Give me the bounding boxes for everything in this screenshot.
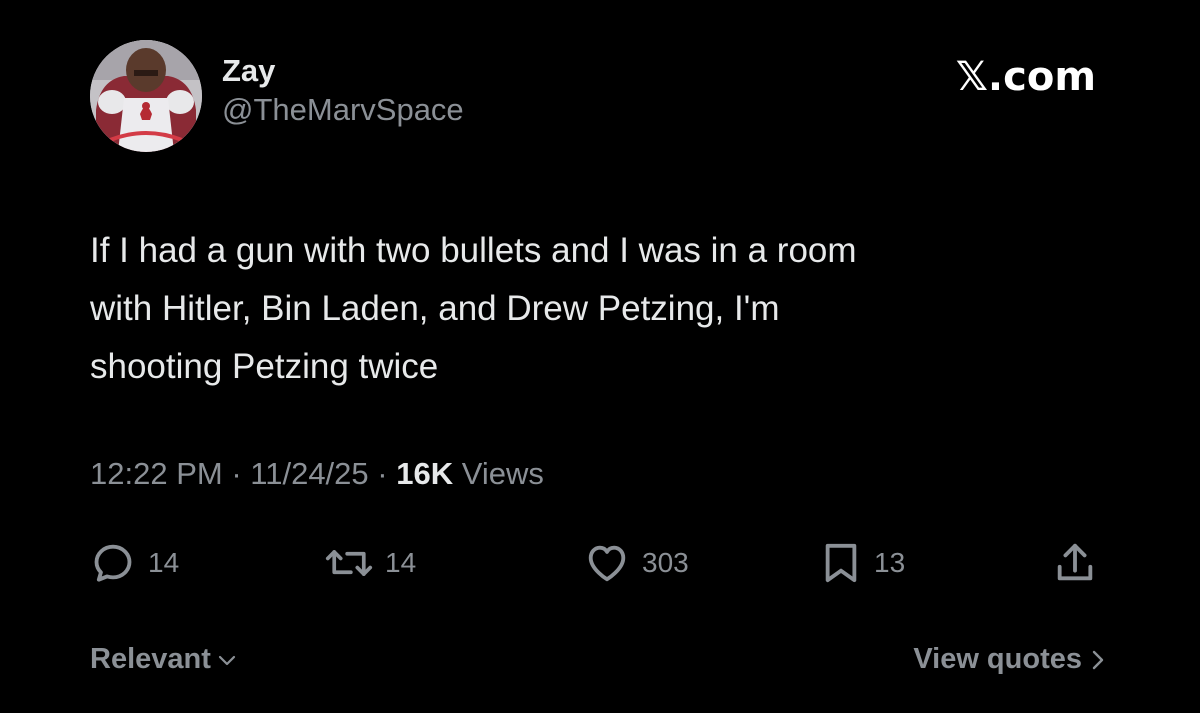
author-display-name[interactable]: Zay	[222, 54, 464, 88]
chevron-right-icon	[1092, 650, 1104, 669]
views-count: 16K	[396, 456, 454, 491]
sort-label: Relevant	[90, 643, 211, 675]
tweet-text: If I had a gun with two bullets and I wa…	[90, 222, 1110, 396]
tweet-header: Zay @TheMarvSpace 𝕏.com	[90, 40, 1110, 155]
like-button[interactable]: 303	[584, 538, 689, 588]
share-icon	[1057, 543, 1093, 581]
tweet-text-line: with Hitler, Bin Laden, and Drew Petzing…	[90, 289, 780, 328]
tweet-text-line: If I had a gun with two bullets and I wa…	[90, 231, 857, 270]
like-count: 303	[642, 547, 689, 578]
bookmark-count: 13	[874, 547, 906, 578]
retweet-icon	[325, 550, 373, 576]
heart-icon	[588, 545, 626, 582]
bookmark-button[interactable]: 13	[820, 538, 905, 588]
views-label: Views	[461, 456, 544, 491]
view-quotes-link[interactable]: View quotes	[913, 643, 1108, 676]
meta-separator: ·	[377, 456, 388, 491]
tweet-text-line: shooting Petzing twice	[90, 347, 439, 386]
avatar-image	[90, 40, 202, 152]
view-quotes-label: View quotes	[913, 643, 1082, 675]
bookmark-icon	[825, 543, 857, 583]
reply-icon	[94, 544, 132, 582]
reply-count: 14	[148, 547, 180, 578]
retweet-count: 14	[385, 547, 417, 578]
avatar[interactable]	[90, 40, 202, 152]
chevron-down-icon	[218, 655, 235, 665]
sort-replies-dropdown[interactable]: Relevant	[90, 643, 237, 676]
meta-separator: ·	[231, 456, 242, 491]
author-names: Zay @TheMarvSpace	[222, 54, 464, 130]
reply-button[interactable]: 14	[90, 538, 179, 588]
action-bar: 14 14 303 13	[90, 538, 1110, 588]
retweet-button[interactable]: 14	[325, 538, 416, 588]
x-logo: 𝕏.com	[955, 54, 1096, 100]
share-button[interactable]	[1052, 538, 1098, 588]
author-handle[interactable]: @TheMarvSpace	[222, 90, 464, 130]
tweet-meta: 12:22 PM · 11/24/25 · 16K Views	[90, 456, 544, 492]
tweet-time[interactable]: 12:22 PM	[90, 456, 223, 491]
tweet-date[interactable]: 11/24/25	[250, 456, 368, 491]
